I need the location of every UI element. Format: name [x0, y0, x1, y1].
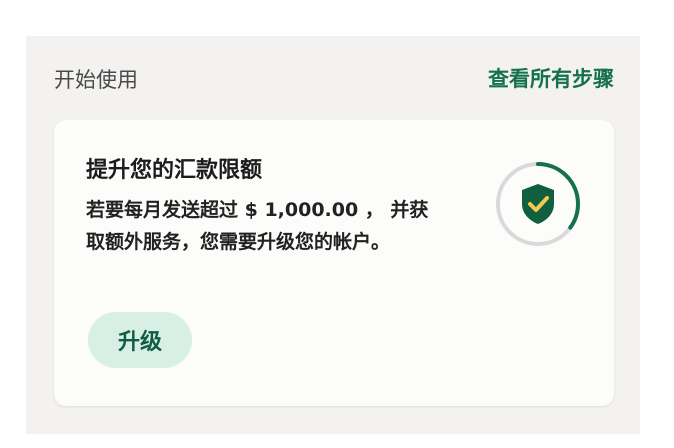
shield-check-icon: [522, 184, 554, 224]
card-description: 若要每月发送超过 $ 1,000.00 ， 并获取额外服务，您需要升级您的帐户。: [86, 199, 429, 253]
getting-started-panel: 开始使用 查看所有步骤 提升您的汇款限额 若要每月发送超过 $ 1,000.00…: [26, 36, 640, 434]
card-title: 提升您的汇款限额: [86, 158, 263, 183]
upgrade-button[interactable]: 升级: [88, 312, 192, 368]
upgrade-limit-card: 提升您的汇款限额 若要每月发送超过 $ 1,000.00 ， 并获取额外服务，您…: [54, 120, 614, 406]
section-title: 开始使用: [54, 68, 138, 92]
view-all-steps-link[interactable]: 查看所有步骤: [488, 63, 614, 93]
progress-ring: [490, 156, 586, 252]
